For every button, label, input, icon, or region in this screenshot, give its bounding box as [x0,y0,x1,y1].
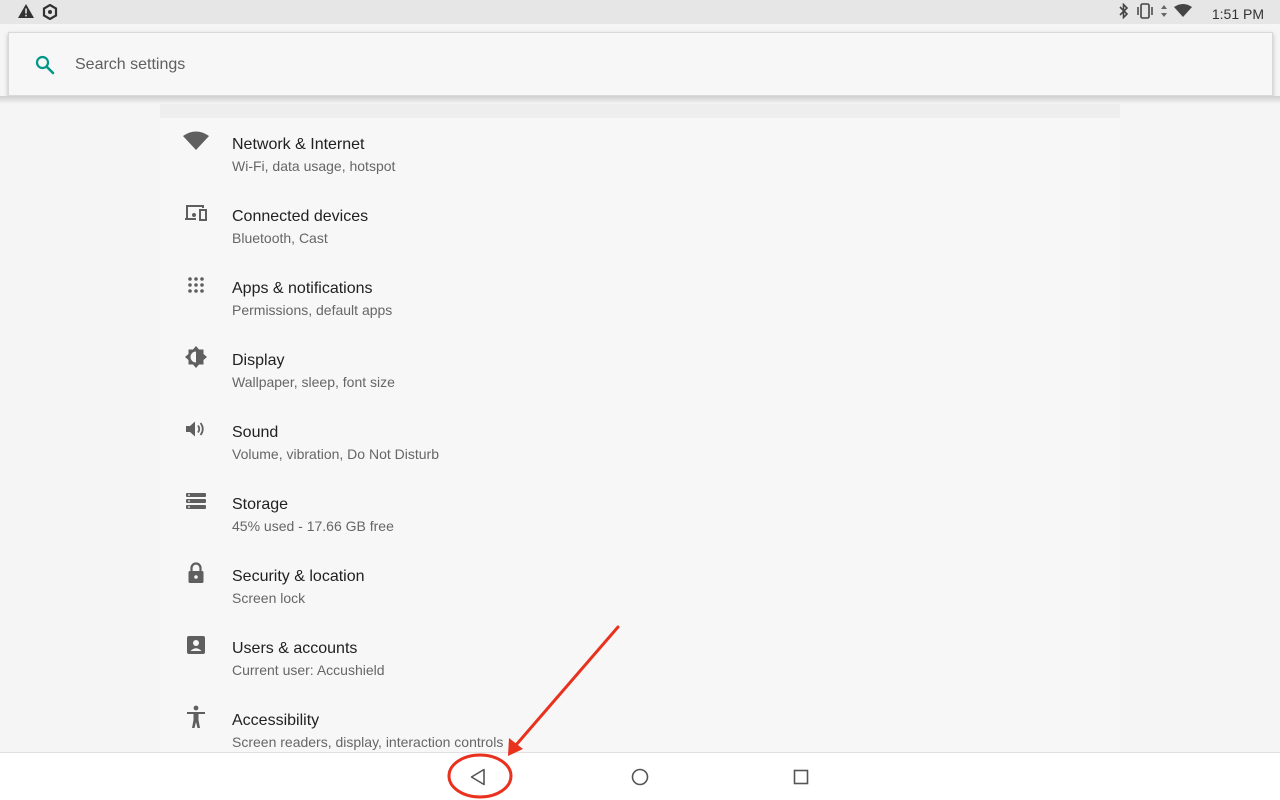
wifi-icon [1173,4,1192,23]
settings-item-subtitle: Volume, vibration, Do Not Disturb [232,446,439,462]
navigation-bar [0,752,1280,800]
settings-item-network[interactable]: Network & Internet Wi-Fi, data usage, ho… [160,104,1120,176]
bluetooth-icon [1118,2,1130,24]
account-icon [182,633,210,657]
settings-item-title: Users & accounts [232,640,358,657]
settings-item-subtitle: Current user: Accushield [232,662,385,678]
search-icon[interactable] [35,55,55,80]
search-input[interactable] [75,51,1225,79]
settings-item-accessibility[interactable]: Accessibility Screen readers, display, i… [160,680,1120,752]
recents-icon[interactable] [791,767,811,787]
settings-item-security[interactable]: Security & location Screen lock [160,536,1120,608]
settings-item-users[interactable]: Users & accounts Current user: Accushiel… [160,608,1120,680]
settings-item-subtitle: 45% used - 17.66 GB free [232,518,394,534]
connected-devices-icon [182,201,210,225]
search-shadow [0,96,1280,104]
home-icon[interactable] [630,767,650,787]
settings-item-title: Accessibility [232,712,320,729]
settings-item-display[interactable]: Display Wallpaper, sleep, font size [160,320,1120,392]
settings-item-title: Security & location [232,568,365,585]
settings-item-apps[interactable]: Apps & notifications Permissions, defaul… [160,248,1120,320]
app-notification-icon [42,3,58,25]
settings-list: Network & Internet Wi-Fi, data usage, ho… [160,104,1120,752]
home-button[interactable] [628,765,652,789]
settings-item-connected-devices[interactable]: Connected devices Bluetooth, Cast [160,176,1120,248]
recents-button[interactable] [789,765,813,789]
storage-icon [182,489,210,513]
brightness-icon [182,345,210,369]
settings-item-subtitle: Permissions, default apps [232,302,393,318]
accessibility-icon [182,705,210,729]
settings-item-title: Apps & notifications [232,280,373,297]
volume-icon [182,417,210,441]
back-icon[interactable] [468,767,488,787]
settings-item-title: Connected devices [232,208,369,225]
data-arrows-icon [1160,4,1168,23]
settings-item-subtitle: Wallpaper, sleep, font size [232,374,395,390]
settings-item-title: Display [232,352,285,369]
search-bar[interactable] [8,32,1273,96]
settings-item-sound[interactable]: Sound Volume, vibration, Do Not Disturb [160,392,1120,464]
settings-item-subtitle: Bluetooth, Cast [232,230,328,246]
settings-item-title: Network & Internet [232,136,365,153]
back-button[interactable] [466,765,490,789]
settings-item-storage[interactable]: Storage 45% used - 17.66 GB free [160,464,1120,536]
wifi-icon [182,129,210,153]
warning-icon [18,4,34,25]
settings-item-subtitle: Screen readers, display, interaction con… [232,734,504,750]
status-bar: 1:51 PM [0,0,1280,24]
lock-icon [182,561,210,585]
vibrate-icon [1136,3,1154,24]
settings-item-subtitle: Wi-Fi, data usage, hotspot [232,158,396,174]
settings-item-subtitle: Screen lock [232,590,306,606]
status-time: 1:51 PM [1211,5,1264,22]
apps-grid-icon [182,273,210,297]
settings-item-title: Storage [232,496,289,513]
settings-item-title: Sound [232,424,279,441]
